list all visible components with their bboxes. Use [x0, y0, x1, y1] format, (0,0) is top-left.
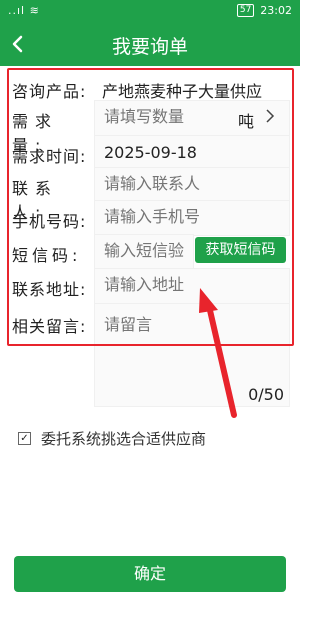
- date-picker[interactable]: 2025-09-18: [104, 143, 197, 162]
- page-title: 我要询单: [111, 36, 188, 58]
- sms-label: 短信码:: [12, 246, 82, 265]
- message-label: 相关留言:: [12, 317, 87, 336]
- status-bar: ..ıl ≋ 57 23:02: [0, 0, 300, 22]
- address-label: 联系地址:: [12, 280, 87, 299]
- delegate-option[interactable]: ✓ 委托系统挑选合适供应商: [18, 428, 206, 449]
- contact-input[interactable]: [104, 174, 274, 193]
- clock: 23:02: [260, 4, 292, 17]
- confirm-button[interactable]: 确定: [14, 556, 286, 592]
- phone-input[interactable]: [104, 207, 274, 226]
- quantity-unit: 吨: [238, 112, 255, 131]
- product-label: 咨询产品:: [12, 82, 87, 101]
- chevron-right-icon[interactable]: [262, 105, 278, 127]
- delegate-option-label: 委托系统挑选合适供应商: [41, 430, 207, 448]
- sms-code-input[interactable]: [104, 241, 190, 260]
- battery-icon: 57: [236, 4, 255, 17]
- quantity-input[interactable]: [104, 107, 224, 126]
- get-sms-code-button[interactable]: 获取短信码: [195, 237, 286, 263]
- checkbox-icon[interactable]: ✓: [18, 432, 31, 445]
- message-char-counter: 0/50: [248, 385, 284, 404]
- app-header: 我要询单: [0, 22, 300, 66]
- product-value: 产地燕麦种子大量供应: [102, 82, 263, 101]
- time-label: 需求时间:: [12, 147, 87, 166]
- phone-label: 手机号码:: [12, 212, 87, 231]
- message-textarea[interactable]: [104, 311, 274, 371]
- address-input[interactable]: [104, 275, 274, 294]
- signal-indicator: ..ıl ≋: [8, 4, 40, 17]
